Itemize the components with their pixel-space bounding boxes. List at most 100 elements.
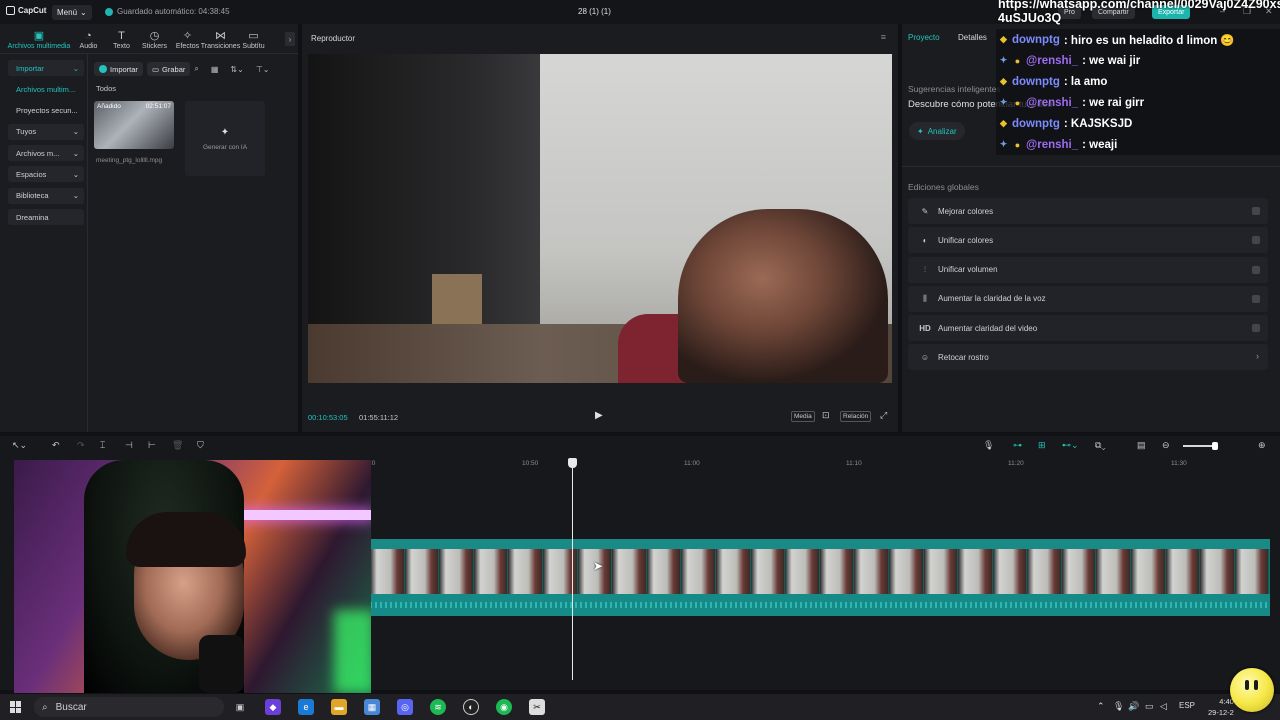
tool-audio[interactable]: ◔ Audio	[72, 25, 105, 53]
effects-icon: ✧	[182, 30, 193, 42]
grid-view-icon[interactable]: ▦	[211, 65, 219, 74]
sidebar-item-label: Proyectos secun...	[16, 106, 78, 116]
sidebar-item-media-files-2[interactable]: Archivos m... ⌄	[8, 145, 84, 162]
select-tool-icon[interactable]: ↖⌄	[12, 440, 27, 451]
project-title[interactable]: 28 (1) (1)	[578, 7, 611, 16]
copilot-icon[interactable]: ◆	[265, 699, 281, 715]
ruler-tick: 11:10	[846, 460, 862, 467]
generate-ai-button[interactable]: ✦ Generar con IA	[185, 101, 265, 176]
toggle-switch[interactable]	[1252, 207, 1260, 215]
record-button[interactable]: ▭ Grabar	[146, 62, 191, 76]
language-indicator[interactable]: ESP	[1179, 701, 1195, 710]
global-edit-voice-clarity[interactable]: ⫼ Aumentar la claridad de la voz	[908, 285, 1268, 312]
redo-icon[interactable]: ↷	[77, 440, 85, 451]
video-clip-header[interactable]	[370, 539, 1270, 549]
chevron-up-icon[interactable]: ⌃	[1097, 701, 1105, 712]
file-explorer-icon[interactable]: ▬	[331, 699, 347, 715]
tool-subtitles[interactable]: ▭ Subtítu	[237, 25, 270, 53]
menu-button[interactable]: Menú ⌄	[52, 5, 92, 20]
microphone-icon[interactable]: 🎙	[983, 440, 994, 451]
wand-icon: ✎	[921, 206, 929, 216]
delete-icon[interactable]: 🗑	[172, 440, 183, 451]
chat-message: ◆ downptg: KAJSKSJD	[996, 113, 1280, 134]
windows-start-icon[interactable]	[10, 701, 22, 713]
sidebar-item-secondary-projects[interactable]: Proyectos secun...	[8, 103, 84, 119]
clock[interactable]: 4:40 29-12-2	[1208, 696, 1234, 718]
search-icon[interactable]: ⌕	[194, 64, 198, 74]
magnet-icon[interactable]: ⊞	[1038, 440, 1046, 451]
media-button[interactable]: Media	[791, 411, 815, 422]
volume-icon[interactable]: ◁	[1160, 701, 1167, 712]
tool-effects[interactable]: ✧ Efectos	[171, 25, 204, 53]
sort-icon[interactable]: ⇅⌄	[230, 65, 243, 74]
analyze-button[interactable]: ✦ Analizar	[909, 122, 965, 140]
sidebar-item-import[interactable]: Importar ⌄	[8, 60, 84, 76]
filter-icon[interactable]: ⊤⌄	[256, 65, 270, 74]
split-left-icon[interactable]: ⊣	[125, 440, 133, 451]
global-edit-label: Retocar rostro	[938, 352, 989, 362]
link-icon[interactable]: ⊶	[1013, 440, 1022, 451]
play-icon[interactable]: ▶	[595, 410, 603, 421]
tool-stickers[interactable]: ◷ Stickers	[138, 25, 171, 53]
audio-waveform[interactable]	[370, 594, 1270, 616]
global-edit-retouch-face[interactable]: ☺ Retocar rostro ›	[908, 344, 1268, 371]
chrome-icon[interactable]: ◉	[496, 699, 512, 715]
webcam-microphone	[199, 635, 244, 693]
taskbar: ⌕ Buscar ▣ ◆ e ▬ ▦ ◎ ≋ ◐ ◉ ✂ ⌃ 🎙 🔊 ▭ ◁ ES…	[0, 694, 1280, 720]
discord-icon[interactable]: ◎	[397, 699, 413, 715]
sidebar-item-spaces[interactable]: Espacios ⌄	[8, 166, 84, 183]
fullscreen-icon[interactable]: ⤢	[880, 410, 887, 421]
sidebar-item-library[interactable]: Biblioteca ⌄	[8, 187, 84, 204]
microphone-icon[interactable]: 🎙	[1113, 701, 1124, 712]
tool-text[interactable]: T Texto	[105, 25, 138, 53]
tool-media[interactable]: ▣ Archivos multimedia	[6, 25, 72, 53]
sidebar-item-yours[interactable]: Tuyos ⌄	[8, 123, 84, 140]
capcut-taskbar-icon[interactable]: ✂	[529, 699, 545, 715]
zoom-in-icon[interactable]: ⊕	[1258, 440, 1266, 451]
toggle-switch[interactable]	[1252, 294, 1260, 303]
preview-axis-icon[interactable]: ⧉⌄	[1095, 440, 1106, 451]
zoom-out-icon[interactable]: ⊖	[1162, 440, 1170, 451]
sidebar-item-media-files[interactable]: Archivos multim...	[8, 81, 84, 97]
edge-icon[interactable]: e	[298, 699, 314, 715]
menu-icon[interactable]: ≡	[881, 32, 886, 42]
video-clip[interactable]	[370, 549, 1270, 594]
obs-icon[interactable]: ◐	[463, 699, 479, 715]
shield-icon[interactable]: ⛉	[197, 440, 204, 451]
global-edit-video-clarity[interactable]: HD Aumentar claridad del video	[908, 315, 1268, 342]
global-edit-label: Unificar volumen	[938, 265, 998, 275]
toggle-switch[interactable]	[1252, 324, 1260, 333]
split-icon[interactable]: ⌶	[100, 440, 105, 451]
tab-project[interactable]: Proyecto	[908, 33, 940, 42]
tool-transitions[interactable]: ⋈ Transiciones	[201, 25, 240, 53]
hd-icon: HD	[919, 323, 931, 333]
undo-icon[interactable]: ↶	[52, 440, 60, 451]
video-preview[interactable]	[308, 54, 892, 383]
ratio-button[interactable]: Relación	[840, 411, 872, 422]
global-edit-unify-colors[interactable]: ◐ Unificar colores	[908, 227, 1268, 254]
toggle-switch[interactable]	[1252, 236, 1260, 245]
media-thumbnail[interactable]: Añadido 02:51:07	[94, 101, 174, 149]
spotify-icon[interactable]: ≋	[430, 699, 446, 715]
global-edit-improve-colors[interactable]: ✎ Mejorar colores	[908, 198, 1268, 224]
taskbar-search[interactable]: ⌕ Buscar	[34, 697, 224, 717]
playhead[interactable]	[572, 462, 573, 680]
caption-icon[interactable]: ▤	[1137, 440, 1146, 451]
current-time: 00:10:53:05	[308, 413, 348, 422]
snap-icon[interactable]: ⊷⌄	[1062, 440, 1079, 451]
fit-icon[interactable]: ⊡	[822, 410, 830, 421]
monitor-icon[interactable]: ▭	[1145, 701, 1154, 712]
toggle-switch[interactable]	[1252, 265, 1260, 274]
store-icon[interactable]: ▦	[364, 699, 380, 715]
global-edit-unify-volume[interactable]: ⫶ Unificar volumen	[908, 256, 1268, 283]
import-button[interactable]: Importar	[94, 62, 143, 76]
app-logo-text: CapCut	[18, 6, 47, 15]
sidebar-item-dreamina[interactable]: Dreamina	[8, 209, 84, 226]
chevron-right-icon[interactable]: ›	[285, 32, 295, 46]
split-right-icon[interactable]: ⊢	[148, 440, 156, 451]
task-view-icon[interactable]: ▣	[232, 699, 248, 715]
speaker-icon[interactable]: 🔊	[1128, 701, 1139, 712]
zoom-slider-handle[interactable]	[1212, 442, 1218, 450]
tab-details[interactable]: Detalles	[958, 33, 987, 42]
subtitles-icon: ▭	[248, 30, 259, 42]
